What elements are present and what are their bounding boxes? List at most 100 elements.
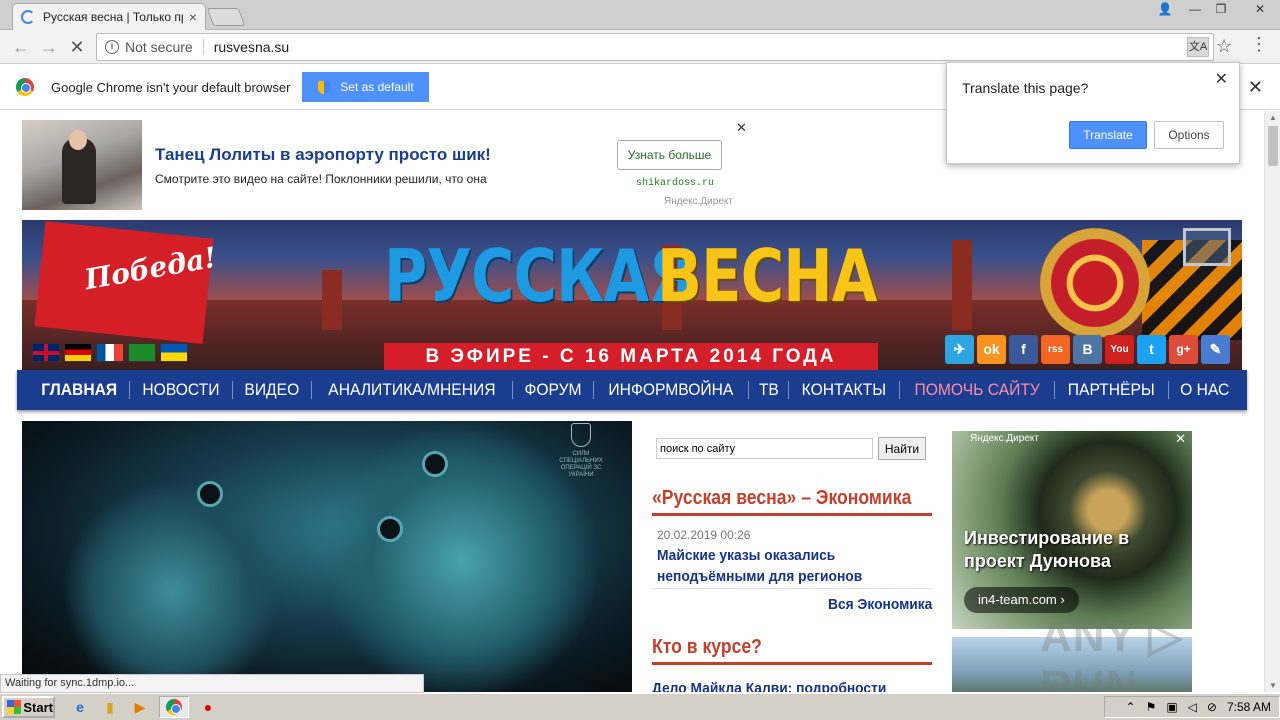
google-plus-icon[interactable]: g+ (1169, 335, 1198, 364)
nav-item-help-site[interactable]: ПОМОЧЬ САЙТУ (906, 380, 1048, 400)
kto-section-title[interactable]: Кто в курсе? (652, 636, 762, 659)
site-title-part1: РУССКАЯ (384, 234, 694, 318)
ad-close-icon[interactable]: ✕ (736, 120, 747, 136)
clock[interactable]: 7:58 AM (1227, 700, 1271, 714)
divider (202, 39, 204, 55)
search-button[interactable]: Найти (878, 437, 926, 460)
minimize-button[interactable]: — (1182, 0, 1208, 18)
bookmark-star-icon[interactable]: ☆ (1216, 36, 1232, 57)
page-scrollbar[interactable]: ▲ ▼ (1264, 111, 1280, 692)
info-icon[interactable]: i (105, 40, 119, 54)
night-vision-icon (422, 451, 448, 477)
ad-learn-more-button[interactable]: Узнать больше (617, 140, 722, 170)
forward-icon[interactable]: → (38, 36, 60, 58)
night-vision-icon (377, 516, 403, 542)
flag-tray-icon[interactable]: ⚑ (1146, 700, 1157, 714)
scroll-down-icon[interactable]: ▼ (1269, 681, 1277, 690)
odnoklassniki-icon[interactable]: ok (977, 335, 1006, 364)
site-search-input[interactable] (656, 438, 873, 459)
tower-shape (322, 270, 342, 330)
telegram-icon[interactable]: ✈ (945, 335, 974, 364)
facebook-icon[interactable]: f (1009, 335, 1038, 364)
back-icon[interactable]: ← (10, 36, 32, 58)
ad-close-icon[interactable]: ✕ (1175, 431, 1186, 447)
flag-ukraine-icon[interactable] (160, 343, 188, 362)
flag-green-icon[interactable] (128, 343, 156, 362)
hero-badge-text: СИЛИ СПЕЦІАЛЬНИХ ОПЕРАЦІЙ ЗС УКРАЇНИ (559, 451, 603, 478)
windows-taskbar: Start e ▮ ▶ ● ⌃ ⚑ ▣ ◁ ⊘ 7:58 AM (0, 693, 1280, 720)
start-button[interactable]: Start (2, 696, 55, 718)
network-tray-icon[interactable]: ▣ (1166, 700, 1177, 714)
nav-item-infowar[interactable]: ИНФОРМВОЙНА (600, 380, 741, 400)
nav-item-analytics[interactable]: АНАЛИТИКА/МНЕНИЯ (320, 380, 504, 400)
folder-icon[interactable]: ▮ (99, 696, 121, 718)
news-headline-link[interactable]: Дело Майкла Калви: подробности (652, 680, 886, 692)
right-ad-banner[interactable]: Яндекс.Директ ✕ Инвестирование в проект … (952, 431, 1192, 629)
feedback-icon[interactable]: ✎ (1201, 335, 1230, 364)
ad-image[interactable] (22, 120, 142, 210)
rss-icon[interactable]: rss (1041, 335, 1070, 364)
translate-button[interactable]: Translate (1069, 121, 1147, 149)
flag-uk-icon[interactable] (32, 343, 60, 362)
ad-title[interactable]: Танец Лолиты в аэропорту просто шик! (155, 145, 491, 165)
translate-close-icon[interactable]: ✕ (1215, 69, 1228, 89)
restore-button[interactable]: ❐ (1208, 0, 1234, 18)
new-tab-button[interactable] (206, 8, 246, 26)
scroll-up-icon[interactable]: ▲ (1269, 113, 1277, 122)
tab-close-icon[interactable]: × (189, 9, 197, 25)
since-date-strip: В ЭФИРЕ - С 16 МАРТА 2014 ГОДА (384, 343, 878, 370)
windows-logo-icon (7, 700, 22, 714)
site-banner[interactable]: Победа! РУССКАЯ ВЕСНА В ЭФИРЕ - С 16 МАР… (22, 220, 1242, 370)
stop-sign-icon[interactable]: ● (197, 696, 219, 718)
close-window-button[interactable]: ✕ (1240, 0, 1280, 18)
vk-icon[interactable]: B (1073, 335, 1102, 364)
watermark-logo: ANY ▷ RUN (1040, 612, 1184, 692)
infobar-close-icon[interactable]: ✕ (1248, 77, 1263, 98)
browser-tab[interactable]: Русская весна | Только пр × (12, 3, 206, 30)
ad-network-label: Яндекс.Директ (970, 433, 1039, 444)
nav-item-home[interactable]: ГЛАВНАЯ (33, 380, 125, 400)
news-headline-link[interactable]: Майские указы оказались неподъёмными для… (657, 545, 905, 587)
scroll-thumb[interactable] (1268, 126, 1278, 166)
tv-icon[interactable] (1183, 228, 1231, 266)
all-economy-link[interactable]: Вся Экономика (828, 596, 932, 613)
chrome-logo-icon (16, 78, 34, 96)
section-rule (652, 662, 932, 665)
ad-domain[interactable]: shikardoss.ru (636, 178, 714, 189)
user-icon[interactable]: 👤 (1152, 0, 1178, 18)
security-tray-icon[interactable]: ⊘ (1207, 700, 1217, 714)
nav-item-contacts[interactable]: КОНТАКТЫ (794, 380, 895, 400)
set-as-default-button[interactable]: Set as default (302, 72, 430, 102)
volume-tray-icon[interactable]: ◁ (1188, 700, 1197, 714)
tray-expand-icon[interactable]: ⌃ (1126, 700, 1136, 714)
ad-domain-pill[interactable]: in4-team.com › (964, 587, 1079, 613)
language-flags (32, 343, 188, 362)
url-text[interactable]: rusvesna.su (214, 39, 289, 55)
nav-item-partners[interactable]: ПАРТНЁРЫ (1060, 380, 1164, 400)
nav-item-about[interactable]: О НАС (1172, 380, 1238, 400)
flag-germany-icon[interactable] (64, 343, 92, 362)
nav-item-video[interactable]: ВИДЕО (236, 380, 307, 400)
shield-icon (318, 80, 331, 94)
address-bar[interactable]: i Not secure rusvesna.su 文A (96, 33, 1214, 61)
twitter-icon[interactable]: t (1137, 335, 1166, 364)
menu-dots-icon[interactable]: ⋮ (1250, 34, 1268, 55)
translate-options-button[interactable]: Options (1154, 121, 1224, 149)
internet-explorer-icon[interactable]: e (69, 696, 91, 718)
media-player-icon[interactable]: ▶ (129, 696, 151, 718)
order-star-icon (1040, 228, 1150, 338)
nav-item-news[interactable]: НОВОСТИ (135, 380, 229, 400)
soldier-shape (62, 481, 282, 692)
nav-divider (788, 381, 790, 399)
night-vision-icon (197, 481, 223, 507)
nav-item-forum[interactable]: ФОРУМ (516, 380, 590, 400)
tab-title: Русская весна | Только пр (43, 10, 183, 24)
stop-icon[interactable]: ✕ (66, 36, 88, 58)
flag-france-icon[interactable] (96, 343, 124, 362)
translate-icon[interactable]: 文A (1187, 37, 1209, 57)
hero-image[interactable]: СИЛИ СПЕЦІАЛЬНИХ ОПЕРАЦІЙ ЗС УКРАЇНИ (22, 421, 632, 692)
chrome-taskbar-icon[interactable] (159, 696, 189, 718)
economy-section-title[interactable]: «Русская весна» – Экономика (652, 487, 911, 510)
youtube-icon[interactable]: You (1105, 335, 1134, 364)
nav-item-tv[interactable]: ТВ (750, 380, 787, 400)
